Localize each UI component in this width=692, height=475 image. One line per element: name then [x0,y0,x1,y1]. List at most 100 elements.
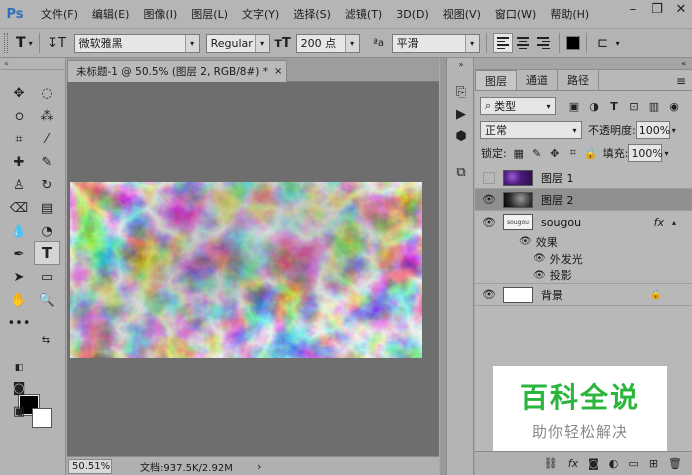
menu-filter[interactable]: 滤镜(T) [338,6,389,22]
zoom-level-field[interactable]: 50.51% [68,458,112,474]
document-tab[interactable]: 未标题-1 @ 50.5% (图层 2, RGB/8#) * × [67,60,287,82]
eye-icon[interactable]: 👁 [475,216,503,229]
properties-panel-icon[interactable]: ⧉ [450,162,472,182]
eyedropper-tool-icon[interactable]: ⁄ [34,129,60,149]
lock-image-icon[interactable]: ✎ [529,147,545,160]
lock-transparent-icon[interactable]: ▦ [511,147,527,160]
pen-tool-icon[interactable]: ✒ [6,244,32,264]
history-panel-icon[interactable]: ⎘ [450,82,472,102]
text-orientation-icon[interactable]: ↧T [46,36,68,51]
effect-outer-glow[interactable]: 👁 外发光 [475,250,692,267]
lock-position-icon[interactable]: ✥ [547,147,563,160]
layer-row-background[interactable]: 👁 背景 🔒 [475,284,692,306]
magic-wand-tool-icon[interactable]: ⁂ [34,106,60,126]
tab-channels[interactable]: 通道 [517,70,558,90]
font-size-select[interactable]: 200 点 ▾ [295,33,360,53]
tab-layers[interactable]: 图层 [475,70,517,90]
align-left-button[interactable] [492,33,513,53]
effect-drop-shadow[interactable]: 👁 投影 [475,267,692,284]
healing-brush-tool-icon[interactable]: ✚ [6,152,32,172]
filter-shape-icon[interactable]: ⊡ [626,100,642,113]
chevron-down-icon[interactable]: ▾ [616,39,620,48]
hand-tool-icon[interactable]: ✋ [6,290,32,310]
lasso-tool-icon[interactable]: ഠ [6,106,32,126]
crop-tool-icon[interactable]: ⌗ [6,129,32,149]
gradient-tool-icon[interactable]: ▤ [34,198,60,218]
group-icon[interactable]: ▭ [628,457,638,470]
panel-collapse-icon[interactable]: « [475,58,692,70]
blend-mode-select[interactable]: 正常 ▾ [480,121,582,139]
dock-collapse-icon[interactable]: » [450,58,472,70]
filter-type-icon[interactable]: T [606,100,622,113]
eye-icon[interactable]: 👁 [533,270,546,281]
adjustment-icon[interactable]: ◐ [609,457,619,470]
filter-toggle-icon[interactable]: ◉ [666,100,682,113]
tools-collapse-icon[interactable]: « [0,58,65,70]
options-grip[interactable] [4,33,8,53]
menu-edit[interactable]: 编辑(E) [85,6,137,22]
actions-play-icon[interactable]: ▶ [450,104,472,124]
move-tool-icon[interactable]: ✥ [6,83,32,103]
menu-layer[interactable]: 图层(L) [184,6,235,22]
quick-mask-icon[interactable]: ◙ [6,378,32,398]
tab-paths[interactable]: 路径 [558,70,599,90]
menu-window[interactable]: 窗口(W) [488,6,543,22]
close-icon[interactable]: × [274,66,282,77]
layer-row-1[interactable]: 图层 1 [475,167,692,189]
brush-tool-icon[interactable]: ✎ [34,152,60,172]
menu-select[interactable]: 选择(S) [286,6,338,22]
eraser-tool-icon[interactable]: ⌫ [6,198,32,218]
rectangle-tool-icon[interactable]: ▭ [34,267,60,287]
panel-menu-icon[interactable]: ≡ [676,74,686,88]
layer-row-2[interactable]: 👁 图层 2 [475,189,692,211]
align-right-button[interactable] [533,33,553,53]
menu-3d[interactable]: 3D(D) [389,8,436,21]
eye-icon[interactable]: 👁 [475,193,503,206]
minimize-icon[interactable]: – [626,2,640,17]
mask-icon[interactable]: ◙ [588,457,599,470]
close-icon[interactable]: ✕ [674,2,688,17]
filter-adjustment-icon[interactable]: ◑ [586,100,602,113]
lock-artboard-icon[interactable]: ⌗ [565,146,581,160]
antialias-select[interactable]: 平滑 ▾ [391,33,480,53]
font-style-select[interactable]: Regular ▾ [205,33,270,53]
path-selection-tool-icon[interactable]: ➤ [6,267,32,287]
filter-pixel-icon[interactable]: ▣ [566,100,582,113]
menu-help[interactable]: 帮助(H) [543,6,596,22]
lock-all-icon[interactable]: 🔒 [583,147,599,160]
3d-panel-icon[interactable]: ⬢ [450,126,472,146]
history-brush-tool-icon[interactable]: ↻ [34,175,60,195]
chevron-down-icon[interactable]: ▾ [664,149,668,158]
dodge-tool-icon[interactable]: ◔ [34,221,60,241]
background-color-swatch[interactable] [32,408,52,428]
eye-icon[interactable]: 👁 [475,288,503,301]
fx-icon[interactable]: fx [568,457,578,470]
fill-field[interactable]: 100% [628,144,663,162]
canvas-area[interactable] [67,82,439,456]
zoom-tool-icon[interactable]: 🔍 [34,290,60,310]
screen-mode-icon[interactable]: ▣ [6,401,32,421]
status-menu-arrow-icon[interactable]: › [257,460,264,473]
more-tools-icon[interactable]: ••• [6,313,32,333]
swap-colors-icon[interactable]: ⇆ [38,330,54,350]
align-center-button[interactable] [513,33,533,53]
menu-file[interactable]: 文件(F) [34,6,85,22]
filter-kind-select[interactable]: ⌕ 类型 ▾ [480,97,556,115]
fx-badge[interactable]: fx [654,216,664,229]
opacity-field[interactable]: 100% [635,121,670,139]
clone-stamp-tool-icon[interactable]: ♙ [6,175,32,195]
default-colors-icon[interactable]: ◧ [12,358,26,378]
warp-text-icon[interactable]: ⊏ [593,36,613,51]
layer-row-sougou[interactable]: 👁 sougou sougou fx ▴ [475,211,692,233]
text-color-swatch[interactable] [565,36,580,50]
new-layer-icon[interactable]: ⊞ [649,457,658,470]
effects-row[interactable]: 👁 效果 [475,233,692,250]
menu-image[interactable]: 图像(I) [136,6,184,22]
type-tool-icon[interactable]: T [34,241,60,265]
link-icon[interactable]: ⛓ [544,457,558,470]
trash-icon[interactable]: 🗑 [668,457,682,470]
tool-preset-picker[interactable]: T ▾ [16,35,33,51]
eye-icon[interactable]: 👁 [533,253,546,264]
font-family-select[interactable]: 微软雅黑 ▾ [73,33,200,53]
chevron-up-icon[interactable]: ▴ [672,218,676,227]
